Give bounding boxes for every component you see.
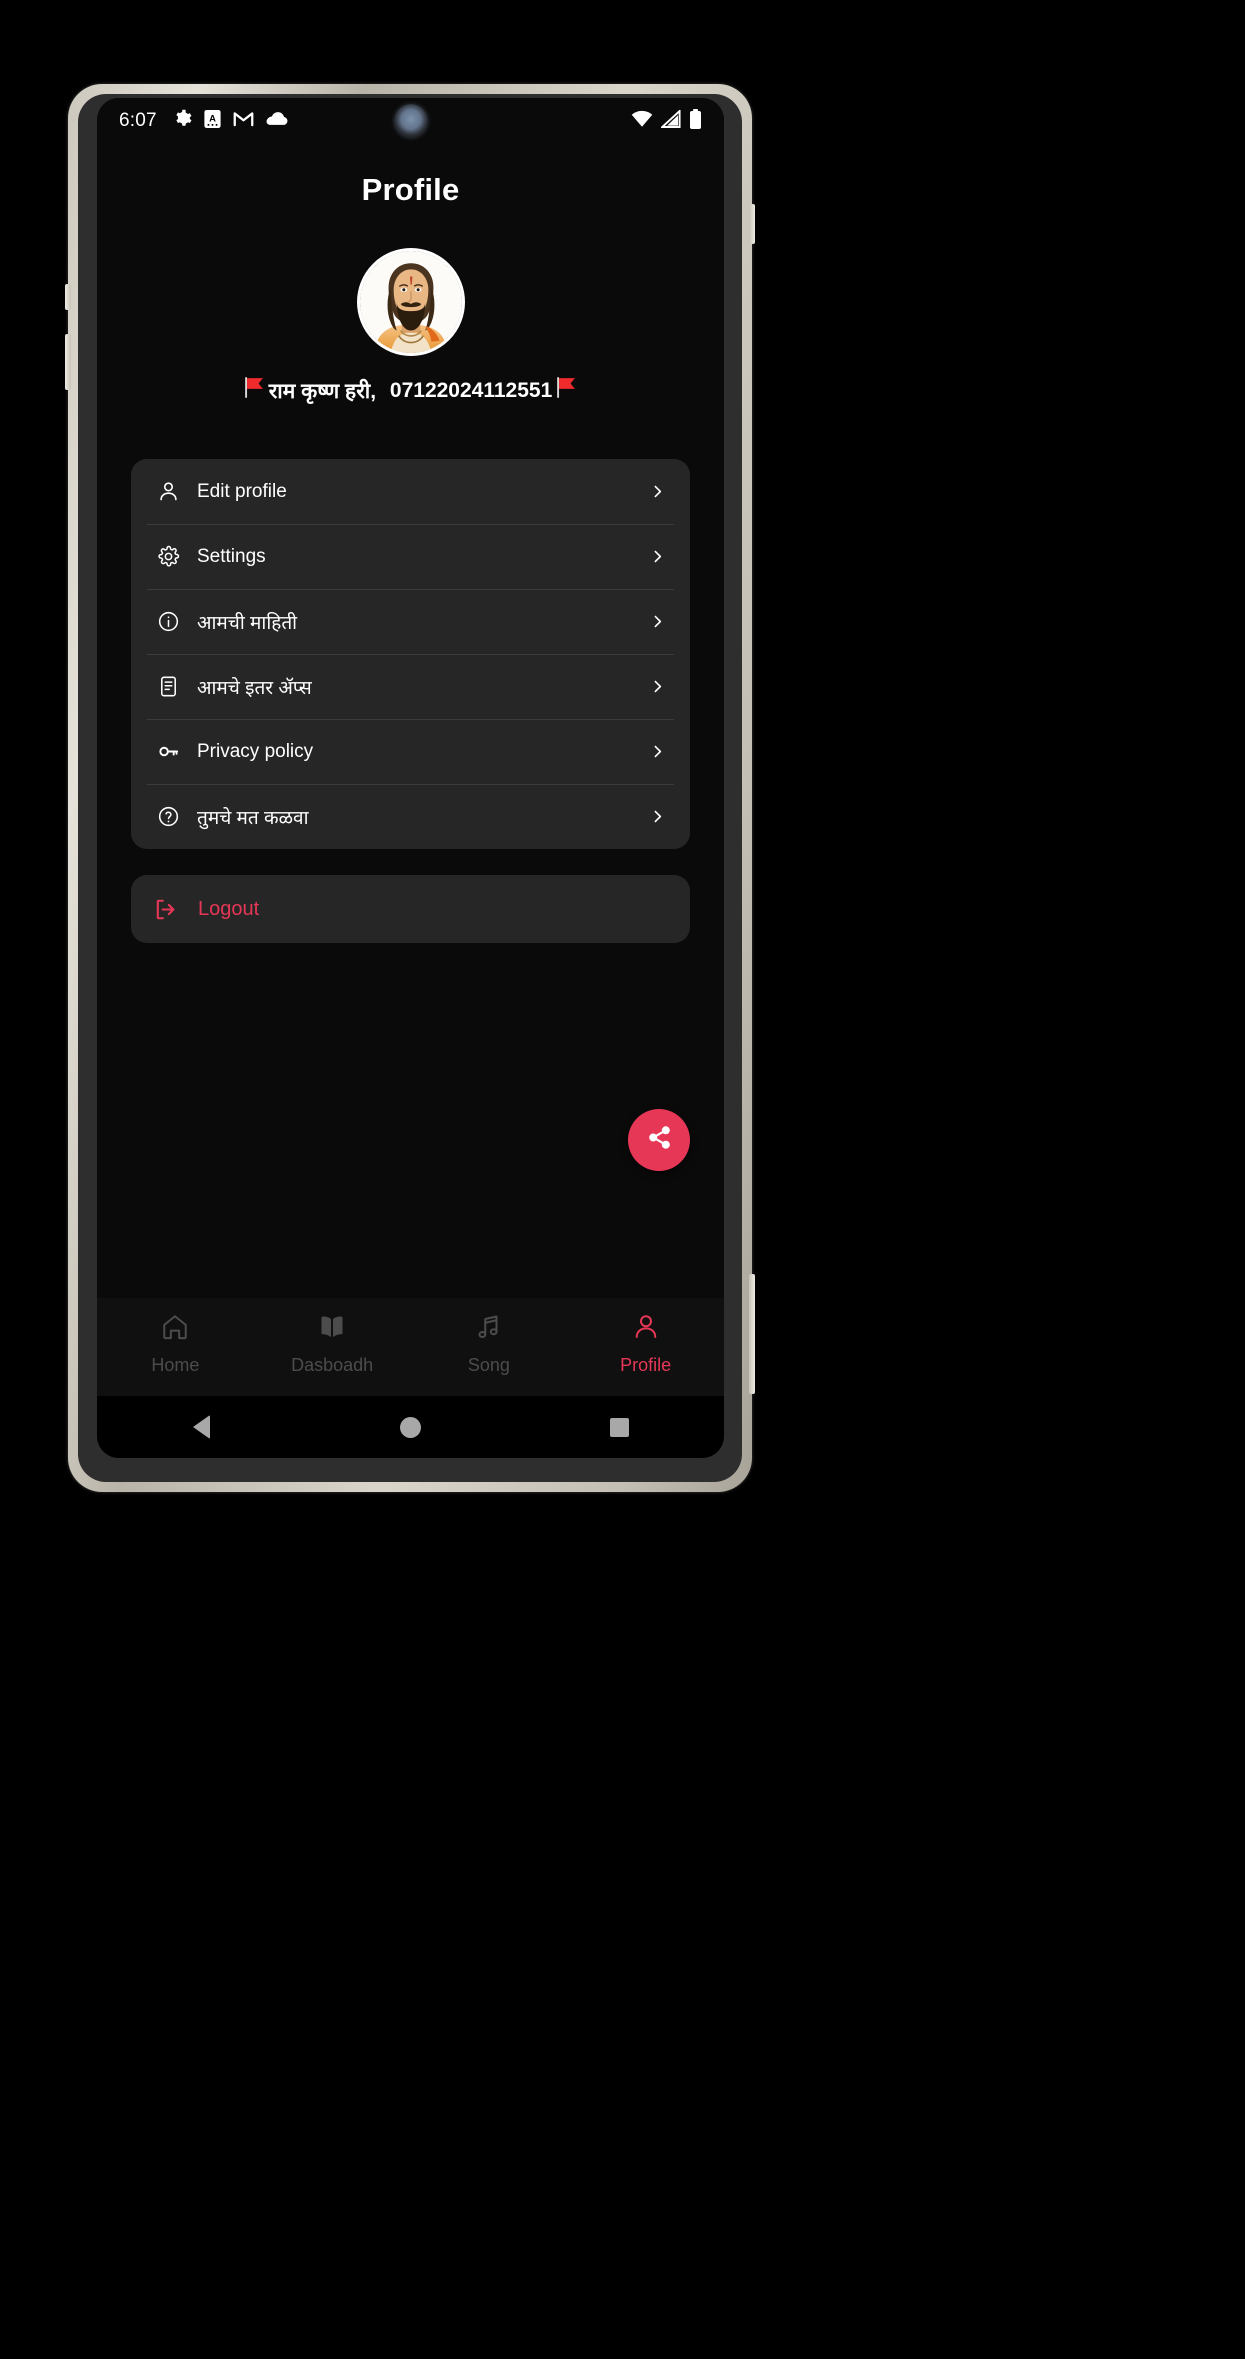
chevron-right-icon[interactable] bbox=[649, 613, 666, 630]
menu-label: तुमचे मत कळवा bbox=[197, 807, 309, 829]
nav-label: Dasboadh bbox=[291, 1355, 374, 1375]
recents-square-icon bbox=[610, 1417, 629, 1437]
menu-item-other-apps[interactable]: आमचे इतर ॲप्स bbox=[147, 654, 674, 719]
flag-right-icon bbox=[556, 376, 577, 405]
device-button-volume-down[interactable] bbox=[65, 334, 71, 390]
gear-icon bbox=[153, 545, 183, 568]
chevron-right-icon[interactable] bbox=[649, 548, 666, 565]
device-button-power[interactable] bbox=[749, 204, 755, 244]
logout-label: Logout bbox=[198, 897, 260, 920]
menu-label: Edit profile bbox=[197, 480, 287, 502]
chevron-right-icon[interactable] bbox=[649, 743, 666, 760]
document-icon bbox=[153, 675, 183, 698]
page-title: Profile bbox=[361, 172, 460, 207]
nav-label: Profile bbox=[620, 1355, 672, 1375]
flag-left-icon bbox=[244, 376, 265, 405]
home-circle-icon bbox=[400, 1416, 421, 1438]
device-button-volume-up[interactable] bbox=[65, 284, 71, 310]
logout-icon bbox=[153, 897, 178, 922]
profile-id: 07122024112551 bbox=[389, 378, 553, 402]
menu-label: Privacy policy bbox=[197, 740, 314, 762]
person-icon bbox=[631, 1312, 661, 1347]
profile-identity: राम कृष्ण हरी, 07122024112551 bbox=[97, 376, 724, 405]
nav-item-profile[interactable]: Profile bbox=[567, 1312, 724, 1376]
share-fab-button[interactable] bbox=[628, 1109, 690, 1171]
nav-label: Song bbox=[467, 1355, 510, 1375]
app-content: Profile राम कृष्ण हरी, 07122024112551 Ed… bbox=[97, 144, 724, 1298]
menu-item-privacy-policy[interactable]: Privacy policy bbox=[147, 719, 674, 784]
svg-text:A: A bbox=[209, 113, 216, 124]
battery-icon bbox=[689, 108, 702, 134]
a-badge-icon: A bbox=[204, 109, 221, 133]
profile-menu-card: Edit profile Settings आमची माहिती आमचे इ… bbox=[131, 459, 690, 849]
menu-label: आमची माहिती bbox=[197, 612, 298, 634]
system-recents-button[interactable] bbox=[585, 1407, 655, 1447]
help-icon bbox=[153, 805, 183, 828]
bottom-navigation-bar: Home Dasboadh Song Profile bbox=[97, 1298, 724, 1396]
info-icon bbox=[153, 610, 183, 633]
book-icon bbox=[317, 1312, 347, 1347]
home-icon bbox=[160, 1312, 190, 1347]
avatar[interactable] bbox=[356, 248, 465, 356]
share-icon bbox=[646, 1124, 673, 1156]
status-right-icons bbox=[631, 108, 702, 134]
chevron-right-icon[interactable] bbox=[649, 678, 666, 695]
cell-signal-icon bbox=[659, 108, 681, 133]
front-camera-punch-hole bbox=[393, 104, 428, 138]
back-triangle-icon bbox=[193, 1415, 210, 1439]
nav-label: Home bbox=[151, 1355, 200, 1375]
status-time: 6:07 bbox=[119, 110, 157, 131]
gmail-icon bbox=[233, 110, 254, 132]
menu-item-edit-profile[interactable]: Edit profile bbox=[147, 459, 674, 524]
menu-label: आमचे इतर ॲप्स bbox=[197, 677, 312, 699]
menu-item-feedback[interactable]: तुमचे मत कळवा bbox=[147, 784, 674, 849]
person-icon bbox=[153, 480, 183, 503]
system-back-button[interactable] bbox=[167, 1407, 237, 1447]
menu-label: Settings bbox=[197, 545, 266, 567]
system-home-button[interactable] bbox=[376, 1407, 446, 1447]
logout-button[interactable]: Logout bbox=[131, 875, 690, 943]
android-system-navigation bbox=[97, 1396, 724, 1458]
gear-icon bbox=[173, 109, 192, 133]
profile-name: राम कृष्ण हरी, bbox=[268, 379, 377, 403]
phone-screen: 6:07 A Profile राम कृष्ण हरी, 0712202411… bbox=[97, 98, 724, 1458]
nav-item-song[interactable]: Song bbox=[411, 1312, 568, 1376]
nav-item-home[interactable]: Home bbox=[97, 1312, 254, 1376]
music-icon bbox=[474, 1312, 504, 1347]
chevron-right-icon[interactable] bbox=[649, 483, 666, 500]
wifi-icon bbox=[631, 110, 653, 132]
screenshot-root: 6:07 A Profile राम कृष्ण हरी, 0712202411… bbox=[0, 0, 1245, 2359]
key-icon bbox=[153, 740, 183, 763]
chevron-right-icon[interactable] bbox=[649, 808, 666, 825]
device-side-seam bbox=[749, 1274, 755, 1394]
menu-item-settings[interactable]: Settings bbox=[147, 524, 674, 589]
status-bar: 6:07 A bbox=[97, 98, 724, 144]
nav-item-dasboadh[interactable]: Dasboadh bbox=[254, 1312, 411, 1376]
status-left-icons: A bbox=[173, 109, 288, 133]
menu-item-about-us[interactable]: आमची माहिती bbox=[147, 589, 674, 654]
cloud-icon bbox=[266, 111, 288, 131]
avatar-portrait-image bbox=[359, 251, 462, 353]
